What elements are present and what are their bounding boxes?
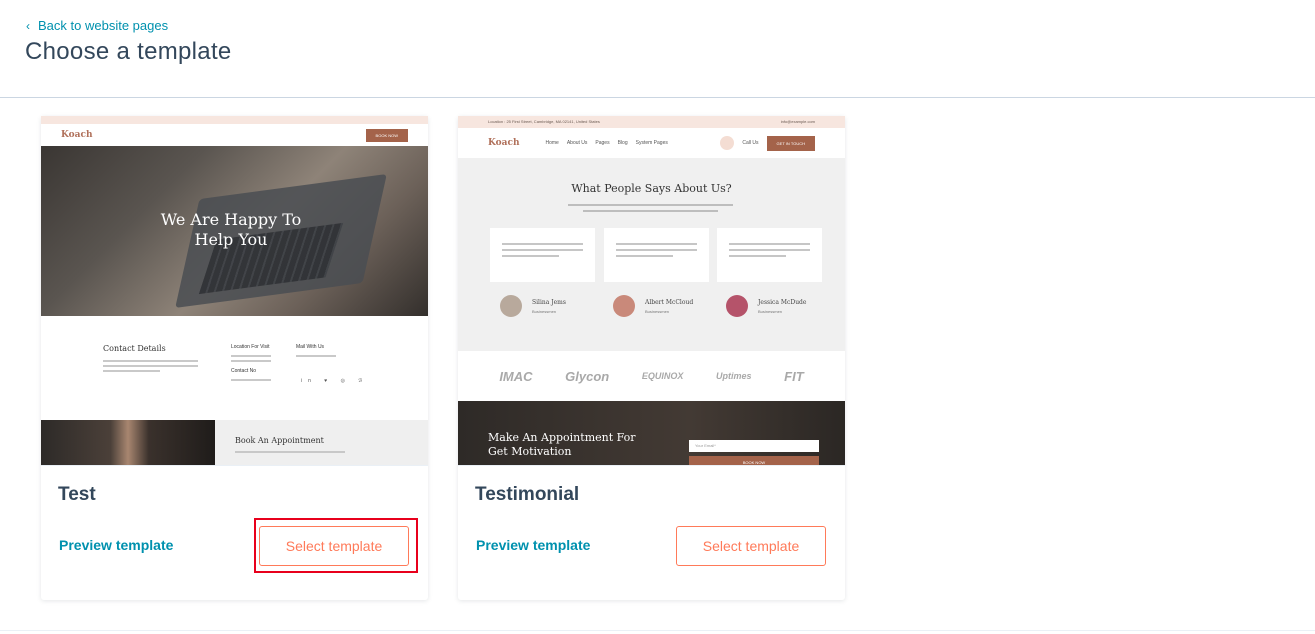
thumb-book-button: BOOK NOW: [365, 128, 408, 142]
thumb-hero-text: We Are Happy To Help You: [160, 210, 302, 249]
thumb-book-block: Book An Appointment: [215, 420, 428, 465]
quote-box: [717, 228, 822, 282]
avatar: [613, 295, 635, 317]
thumb-cta-section: Make An Appointment For Get Motivation Y…: [458, 401, 845, 465]
thumb-cta-text: Make An Appointment For Get Motivation: [488, 431, 636, 458]
thumb-book-button: BOOK NOW: [689, 456, 819, 465]
template-thumbnail-test: Koach BOOK NOW We Are Happy To Help You …: [41, 116, 428, 466]
select-template-button[interactable]: Select template: [676, 526, 826, 566]
thumb-contact-title: Contact Details: [103, 344, 166, 353]
back-link-label: Back to website pages: [38, 18, 169, 33]
avatar: [500, 295, 522, 317]
thumb-social-icons: in ♥ ◎ ℬ: [301, 378, 369, 384]
thumb-partner-logos: IMAC Glycon EQUINOX Uptimes FIT: [458, 351, 845, 401]
thumb-appointment-title: Book An Appointment: [235, 436, 324, 445]
template-name: Testimonial: [475, 484, 580, 505]
template-card-testimonial: Location : 25 First Street, Cambridge, M…: [458, 116, 845, 600]
preview-template-link[interactable]: Preview template: [59, 537, 173, 553]
divider: [0, 630, 1315, 631]
thumb-logo: Koach: [488, 138, 520, 148]
phone-icon: [720, 136, 735, 150]
page-title: Choose a template: [25, 38, 232, 65]
thumb-email-input: Your Email*: [689, 440, 819, 452]
thumb-topbar: [41, 116, 428, 124]
avatar: [726, 295, 748, 317]
thumb-contact-section: Contact Details Location For Visit Conta…: [41, 316, 428, 420]
thumb-nav: Koach BOOK NOW: [41, 124, 428, 146]
select-template-button[interactable]: Select template: [259, 526, 409, 566]
preview-template-link[interactable]: Preview template: [476, 537, 590, 553]
person-3: Jessica McDude Businessmen: [726, 295, 806, 317]
thumb-nav: Koach Home About Us Pages Blog System Pa…: [458, 128, 845, 158]
thumb-appointment-section: Book An Appointment: [41, 420, 428, 465]
back-to-website-pages-link[interactable]: ‹ Back to website pages: [26, 18, 168, 33]
person-2: Albert McCloud Businessmen: [613, 295, 693, 317]
chevron-left-icon: ‹: [26, 18, 30, 33]
thumb-mail-block: Mail With Us: [296, 344, 336, 360]
person-1: Silina Jems Businessmen: [500, 295, 566, 317]
thumb-logo: Koach: [61, 130, 93, 140]
thumb-person-photo: [41, 420, 215, 465]
thumb-testimonial-section: What People Says About Us? Silina Jems Bu…: [458, 158, 845, 351]
quote-box: [490, 228, 595, 282]
template-thumbnail-testimonial: Location : 25 First Street, Cambridge, M…: [458, 116, 845, 466]
quote-box: [604, 228, 709, 282]
thumb-section-title: What People Says About Us?: [571, 182, 732, 195]
template-card-test: Koach BOOK NOW We Are Happy To Help You …: [41, 116, 428, 600]
template-name: Test: [58, 484, 96, 505]
thumb-location-block: Location For Visit Contact No: [231, 344, 271, 384]
page-header: ‹ Back to website pages Choose a templat…: [0, 0, 1315, 98]
thumb-get-in-touch-button: GET IN TOUCH: [766, 135, 815, 151]
thumb-hero-image: We Are Happy To Help You: [41, 146, 428, 316]
thumb-topbar: Location : 25 First Street, Cambridge, M…: [458, 116, 845, 128]
thumb-contact-text: [103, 360, 198, 375]
